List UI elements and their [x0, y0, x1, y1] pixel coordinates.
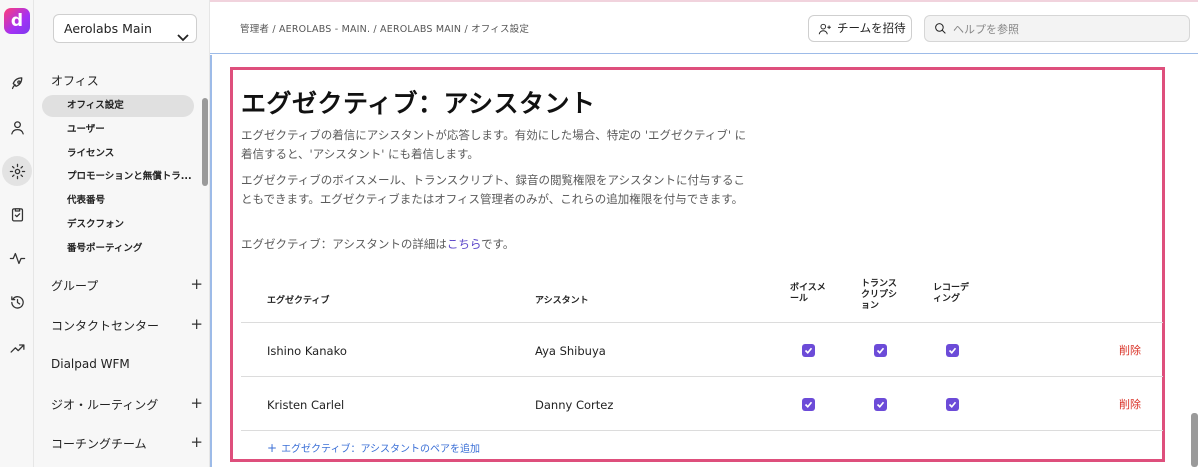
add-executive-assistant-pair-link[interactable]: + エグゼクティブ：アシスタントのペアを追加: [267, 440, 480, 455]
table-row: Kristen Carlel Danny Cortez 削除: [241, 378, 1163, 431]
gear-icon[interactable]: [2, 156, 32, 186]
column-voicemail: ボイスメール: [790, 283, 826, 304]
delete-link[interactable]: 削除: [1119, 396, 1141, 412]
plus-icon[interactable]: +: [190, 275, 203, 293]
sidebar-group-label: グループ: [51, 279, 99, 293]
executive-assistant-panel: エグゼクティブ：アシスタント エグゼクティブの着信にアシスタントが応答します。有…: [230, 67, 1165, 462]
sidebar-group-coaching-teams[interactable]: コーチングチーム +: [51, 433, 203, 452]
sidebar-group-label: コーチングチーム: [51, 437, 147, 451]
details-text: エグゼクティブ：アシスタントの詳細は: [241, 237, 447, 251]
settings-sidebar: Aerolabs Main オフィス オフィス設定 ユーザー ライセンス プロモ…: [34, 0, 210, 467]
add-user-icon: [818, 23, 831, 35]
recording-checkbox[interactable]: [946, 398, 959, 411]
sidebar-item-promotions[interactable]: プロモーションと無償トラ...: [42, 166, 194, 188]
sidebar-group-dialpad-wfm[interactable]: Dialpad WFM: [51, 357, 203, 371]
sidebar-group-contact-center[interactable]: コンタクトセンター +: [51, 315, 203, 334]
office-select-value: Aerolabs Main: [64, 21, 152, 36]
dialpad-logo[interactable]: d: [4, 8, 30, 34]
help-search-input[interactable]: [953, 20, 1183, 38]
executive-name: Kristen Carlel: [267, 398, 345, 412]
plus-icon: +: [267, 441, 278, 455]
executive-name: Ishino Kanako: [267, 344, 347, 358]
description-paragraph-1: エグゼクティブの着信にアシスタントが応答します。有効にした場合、特定の 'エグゼ…: [241, 128, 747, 161]
plus-icon[interactable]: +: [190, 394, 203, 412]
column-recording: レコーディング: [933, 283, 970, 304]
sidebar-scrollbar[interactable]: [202, 98, 208, 186]
sidebar-item-licenses[interactable]: ライセンス: [42, 143, 194, 165]
details-suffix: です。: [481, 237, 515, 251]
table-row: Ishino Kanako Aya Shibuya 削除: [241, 324, 1163, 377]
sidebar-group-label: Dialpad WFM: [51, 357, 130, 371]
main-scrollbar[interactable]: [1191, 413, 1198, 467]
breadcrumb: 管理者 / AEROLABS - MAIN. / AEROLABS MAIN /…: [240, 24, 530, 35]
sidebar-group-label: ジオ・ルーティング: [51, 398, 159, 412]
column-executive: エグゼクティブ: [267, 296, 330, 306]
description-paragraph-2: エグゼクティブのボイスメール、トランスクリプト、録音の閲覧権限をアシスタントに付…: [241, 173, 746, 206]
sidebar-item-number-porting[interactable]: 番号ポーティング: [42, 238, 194, 260]
sidebar-group-label: コンタクトセンター: [51, 319, 160, 333]
sidebar-item-main-numbers[interactable]: 代表番号: [42, 190, 194, 212]
help-search-box[interactable]: [924, 15, 1190, 42]
invite-team-button[interactable]: チームを招待: [808, 15, 912, 42]
panel-title: エグゼクティブ：アシスタント: [241, 89, 596, 118]
office-section-title[interactable]: オフィス: [51, 72, 99, 89]
transcription-checkbox[interactable]: [874, 344, 887, 357]
rocket-icon[interactable]: [4, 70, 30, 96]
voicemail-checkbox[interactable]: [802, 344, 815, 357]
pulse-icon[interactable]: [4, 245, 30, 271]
trend-icon[interactable]: [4, 335, 30, 361]
assistant-name: Danny Cortez: [535, 398, 614, 412]
user-icon[interactable]: [4, 114, 30, 140]
office-select[interactable]: Aerolabs Main: [53, 14, 197, 43]
icon-rail: d: [0, 0, 34, 467]
table-header: エグゼクティブ アシスタント ボイスメール トランスクリプション レコーディング: [241, 276, 1163, 323]
voicemail-checkbox[interactable]: [802, 398, 815, 411]
invite-team-label: チームを招待: [837, 21, 906, 35]
sidebar-group-geo-routing[interactable]: ジオ・ルーティング +: [51, 394, 203, 413]
plus-icon[interactable]: +: [190, 433, 203, 451]
main-content: エグゼクティブ：アシスタント エグゼクティブの着信にアシスタントが応答します。有…: [210, 55, 1198, 467]
chevron-down-icon: [177, 24, 189, 42]
column-transcription: トランスクリプション: [861, 279, 898, 311]
sidebar-item-users[interactable]: ユーザー: [42, 119, 194, 141]
search-icon: [935, 23, 946, 34]
clipboard-icon[interactable]: [4, 201, 30, 227]
sidebar-group-groups[interactable]: グループ +: [51, 275, 203, 294]
column-assistant: アシスタント: [535, 296, 589, 306]
top-header: 管理者 / AEROLABS - MAIN. / AEROLABS MAIN /…: [210, 0, 1198, 54]
assistant-name: Aya Shibuya: [535, 344, 606, 358]
add-pair-label: エグゼクティブ：アシスタントのペアを追加: [281, 444, 481, 455]
delete-link[interactable]: 削除: [1119, 342, 1141, 358]
plus-icon[interactable]: +: [190, 315, 203, 333]
details-link[interactable]: こちら: [447, 237, 481, 251]
history-icon[interactable]: [4, 289, 30, 315]
recording-checkbox[interactable]: [946, 344, 959, 357]
sidebar-item-desk-phones[interactable]: デスクフォン: [42, 214, 194, 236]
description-paragraph-3: エグゼクティブ：アシスタントの詳細はこちらです。: [241, 235, 751, 254]
transcription-checkbox[interactable]: [874, 398, 887, 411]
sidebar-item-office-settings[interactable]: オフィス設定: [42, 95, 194, 117]
header-accent-line: [210, 0, 1198, 2]
